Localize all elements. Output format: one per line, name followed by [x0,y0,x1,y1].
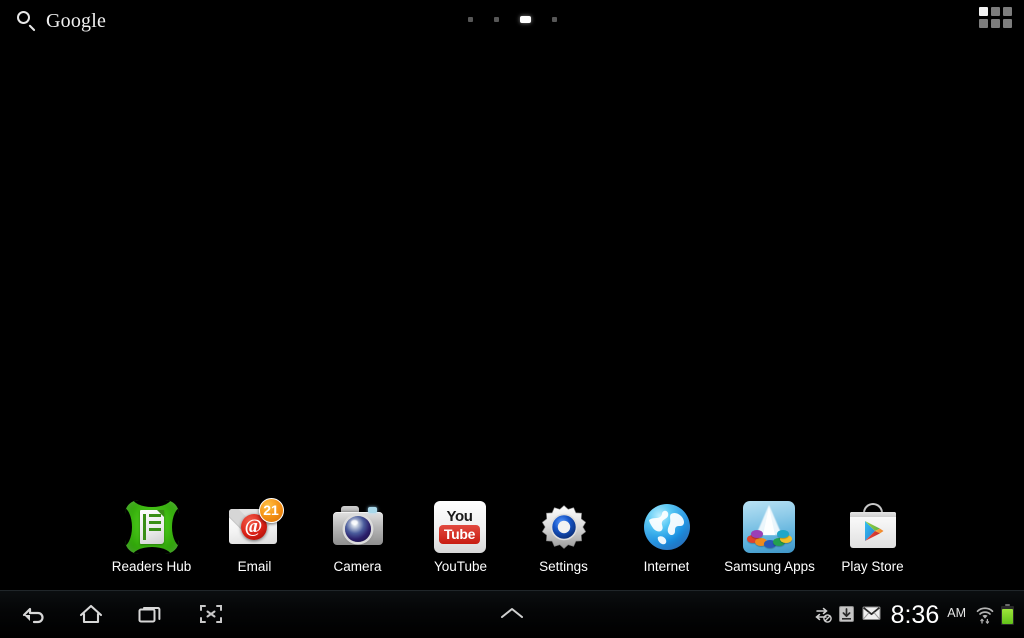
google-search-bar[interactable]: Google [10,4,112,38]
apps-grid-icon[interactable] [978,4,1012,30]
back-arrow-icon[interactable] [11,595,55,633]
chevron-up-icon[interactable] [484,598,540,628]
screen-capture-icon[interactable] [189,595,233,633]
dock-item-settings[interactable]: Settings [512,498,615,588]
google-wordmark: Google [46,10,107,32]
readers-hub-icon [124,500,179,554]
home-screen: Google Readers Hub @ 21 Email Camera You… [0,0,1024,638]
page-indicator [0,16,1024,23]
youtube-glyph-you: You [446,508,473,525]
samsung-apps-icon [742,500,797,554]
app-dock: Readers Hub @ 21 Email Camera You Tube Y… [0,498,1024,590]
home-icon[interactable] [69,595,113,633]
email-icon: @ 21 [228,498,284,554]
youtube-icon: You Tube [433,500,488,554]
dock-item-samsung-apps[interactable]: Samsung Apps [718,498,821,588]
dock-label-play-store: Play Store [841,559,904,574]
dock-label-samsung-apps: Samsung Apps [724,559,815,574]
dock-item-play-store[interactable]: Play Store [821,498,924,588]
status-clock-ampm: AM [947,606,966,620]
dock-item-internet[interactable]: Internet [615,498,718,588]
dock-label-youtube: YouTube [433,559,488,574]
youtube-glyph-tube: Tube [438,525,481,544]
sound-off-icon [814,605,833,624]
dock-label-readers-hub: Readers Hub [111,559,192,574]
dock-item-email[interactable]: @ 21 Email [203,498,306,588]
camera-icon [331,500,385,554]
top-bar: Google [0,0,1024,42]
page-dot-1 [467,17,473,22]
dock-label-settings: Settings [539,559,588,574]
download-icon [838,605,857,624]
battery-icon [1001,604,1014,625]
dock-item-readers-hub[interactable]: Readers Hub [100,498,203,588]
settings-gear-icon [537,500,591,554]
page-dot-2 [493,17,499,22]
recent-apps-icon[interactable] [128,595,172,633]
page-dot-4 [551,17,557,22]
status-tray[interactable]: 8:36 AM [814,591,1018,638]
dock-label-email: Email [237,559,272,574]
search-icon [16,10,38,32]
dock-item-youtube[interactable]: You Tube YouTube [409,498,512,588]
play-store-icon [846,500,900,554]
page-dot-3-active [519,16,531,23]
wifi-icon [975,605,994,624]
internet-globe-icon [640,500,694,554]
system-navigation-bar: 8:36 AM [0,590,1024,638]
status-clock-time: 8:36 [890,600,940,629]
dock-label-camera: Camera [333,559,382,574]
email-unread-badge: 21 [258,498,284,523]
dock-label-internet: Internet [643,559,690,574]
gmail-icon [862,605,881,624]
dock-item-camera[interactable]: Camera [306,498,409,588]
